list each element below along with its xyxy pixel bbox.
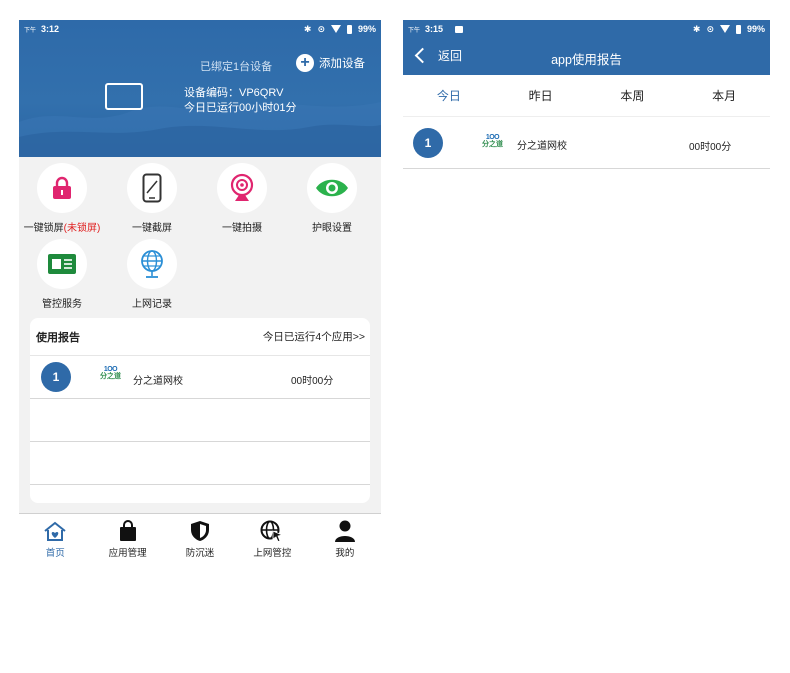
tablet-icon: [105, 83, 143, 110]
period-tabs: 今日 昨日 本周 本月: [403, 75, 770, 117]
device-code: 设备编码：VP6QRV: [184, 87, 284, 99]
feature-lock-screen[interactable]: 一键锁屏(未锁屏): [22, 163, 102, 234]
status-bar: 下午 3:15 ✱ ⊙ 99%: [403, 20, 770, 38]
nav-web-control[interactable]: 上网管控: [236, 514, 308, 566]
eye-icon: [316, 179, 348, 197]
webcam-icon: [230, 173, 254, 201]
home-heart-icon: [44, 521, 66, 541]
app-name: 分之道网校: [517, 141, 567, 152]
chevron-left-icon: [414, 47, 431, 64]
empty-row: [30, 442, 370, 485]
feature-label: 一键截屏: [132, 223, 172, 234]
feature-label: 管控服务: [42, 299, 82, 310]
plus-icon: +: [296, 54, 314, 72]
back-button[interactable]: 返回: [414, 47, 463, 64]
status-time: 3:15: [425, 24, 444, 34]
nav-label: 防沉迷: [185, 548, 215, 559]
lock-status: (未锁屏): [63, 223, 101, 234]
feature-label: 一键拍摄: [222, 223, 262, 234]
feature-label: 一键锁屏: [23, 223, 64, 234]
home-screen: 下午 3:12 ✱ ⊙ 99% 已绑定1台设备 + 添加设备 设备编码：VP6QR…: [19, 20, 381, 566]
globe-cursor-icon: [260, 520, 284, 542]
app-usage-report-screen: 下午 3:15 ✱ ⊙ 99% app使用报告 返回 今日 昨日 本周 本月 1…: [403, 20, 770, 180]
tab-yesterday[interactable]: 昨日: [495, 75, 587, 116]
nav-app-management[interactable]: 应用管理: [91, 514, 163, 566]
rank-badge: 1: [41, 362, 71, 392]
battery-level: 99%: [357, 24, 376, 34]
status-ampm: 下午: [24, 27, 37, 34]
feature-control-service[interactable]: 管控服务: [22, 239, 102, 310]
nav-label: 上网管控: [253, 548, 292, 559]
feature-capture[interactable]: 一键拍摄: [202, 163, 282, 234]
bluetooth-icon: ✱: [303, 23, 312, 34]
usage-report-card: 使用报告 今日已运行4个应用>> 1 1OO 分之道 分之道网校 00时00分: [30, 318, 370, 503]
add-device-label: 添加设备: [319, 58, 365, 70]
usage-report-more-link[interactable]: 今日已运行4个应用>>: [263, 329, 365, 344]
shield-icon: [191, 521, 210, 541]
nav-label: 应用管理: [108, 548, 147, 559]
bound-devices-text: 已绑定1台设备: [200, 61, 273, 73]
nav-label: 我的: [335, 548, 355, 559]
app-usage-row[interactable]: 1 1OO 分之道 分之道网校 00时00分: [30, 356, 370, 399]
tab-this-week[interactable]: 本周: [587, 75, 679, 116]
nav-profile[interactable]: 我的: [309, 514, 381, 566]
shopping-bag-icon: [119, 520, 136, 541]
app-duration: 00时00分: [291, 376, 334, 387]
status-ampm: 下午: [408, 27, 421, 34]
battery-level: 99%: [746, 24, 765, 34]
empty-row: [30, 399, 370, 442]
bluetooth-icon: ✱: [692, 23, 701, 34]
wifi-icon: [719, 25, 730, 33]
device-run-time: 今日已运行00小时01分: [184, 102, 297, 114]
lock-icon: [53, 176, 71, 199]
globe-icon: [141, 250, 163, 278]
feature-label: 护眼设置: [312, 223, 352, 234]
rank-badge: 1: [413, 128, 443, 158]
device-header: 下午 3:12 ✱ ⊙ 99% 已绑定1台设备 + 添加设备 设备编码：VP6QR…: [19, 20, 381, 157]
app-name: 分之道网校: [133, 376, 183, 387]
back-label: 返回: [438, 49, 463, 63]
chip-card-icon: [48, 254, 76, 274]
tab-today[interactable]: 今日: [403, 75, 495, 116]
app-logo: 1OO 分之道: [482, 134, 503, 148]
nav-home[interactable]: 首页: [19, 514, 91, 566]
status-time: 3:12: [41, 24, 60, 34]
tab-this-month[interactable]: 本月: [678, 75, 770, 116]
feature-label: 上网记录: [132, 299, 172, 310]
wifi-icon: [330, 25, 341, 33]
battery-icon: [346, 24, 352, 34]
phone-screenshot-icon: [142, 173, 162, 203]
app-usage-row[interactable]: 1 1OO 分之道 分之道网校 00时00分: [403, 117, 770, 169]
add-device-button[interactable]: + 添加设备: [296, 54, 365, 72]
rotate-icon: ⊙: [317, 23, 325, 34]
person-icon: [334, 520, 355, 542]
usage-report-title: 使用报告: [36, 331, 80, 344]
title-header: 下午 3:15 ✱ ⊙ 99% app使用报告 返回: [403, 20, 770, 75]
app-duration: 00时00分: [689, 142, 732, 153]
feature-browse-history[interactable]: 上网记录: [112, 239, 192, 310]
bottom-nav: 首页 应用管理 防沉迷 上网管控 我的: [19, 513, 381, 566]
feature-screenshot[interactable]: 一键截屏: [112, 163, 192, 234]
image-notification-icon: [455, 25, 464, 33]
nav-label: 首页: [45, 548, 65, 559]
battery-icon: [735, 24, 741, 34]
feature-eye-care[interactable]: 护眼设置: [292, 163, 372, 234]
nav-anti-addiction[interactable]: 防沉迷: [164, 514, 236, 566]
usage-report-header: 使用报告 今日已运行4个应用>>: [30, 318, 370, 356]
status-bar: 下午 3:12 ✱ ⊙ 99%: [19, 20, 381, 38]
app-logo: 1OO 分之道: [100, 366, 121, 380]
rotate-icon: ⊙: [706, 23, 714, 34]
